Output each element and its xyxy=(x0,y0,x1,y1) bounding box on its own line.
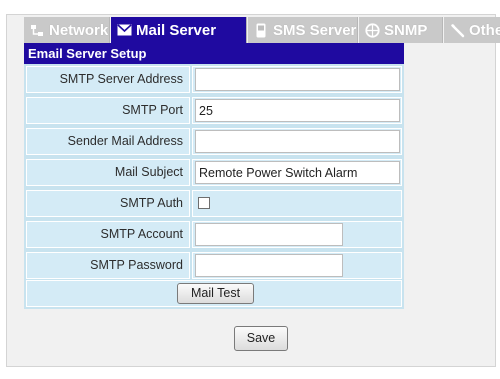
tab-label: Mail Server xyxy=(136,21,217,39)
form-title: Email Server Setup xyxy=(24,43,404,64)
smtp-auth-checkbox[interactable] xyxy=(198,197,210,209)
wrench-icon xyxy=(449,22,465,38)
tab-label: Network xyxy=(49,21,109,39)
mail-test-row: Mail Test xyxy=(26,280,402,307)
sender-mail-input[interactable] xyxy=(195,130,400,153)
globe-icon xyxy=(364,22,380,38)
field-cell xyxy=(192,159,402,186)
field-cell xyxy=(192,66,402,93)
smtp-auth-row: SMTP Auth xyxy=(24,188,404,219)
smtp-password-label: SMTP Password xyxy=(26,252,190,279)
smtp-port-input[interactable] xyxy=(195,99,400,122)
smtp-account-label: SMTP Account xyxy=(26,221,190,248)
tab-snmp[interactable]: SNMP xyxy=(359,17,443,43)
mail-subject-input[interactable] xyxy=(195,161,400,184)
mail-subject-label: Mail Subject xyxy=(26,159,190,186)
sender-mail-row: Sender Mail Address xyxy=(24,126,404,157)
tab-label: SNMP xyxy=(384,21,428,39)
mail-subject-row: Mail Subject xyxy=(24,157,404,188)
tab-mail-server[interactable]: Mail Server xyxy=(111,17,247,43)
mail-test-button[interactable]: Mail Test xyxy=(177,283,254,304)
field-cell xyxy=(192,252,402,279)
tab-other[interactable]: Other xyxy=(444,17,500,43)
smtp-account-row: SMTP Account xyxy=(24,219,404,250)
smtp-port-row: SMTP Port xyxy=(24,95,404,126)
field-cell xyxy=(192,190,402,217)
smtp-server-input[interactable] xyxy=(195,68,400,91)
smtp-password-input[interactable] xyxy=(195,254,343,277)
phone-icon xyxy=(253,22,269,38)
tab-label: Other xyxy=(469,21,500,39)
field-cell xyxy=(192,128,402,155)
network-icon xyxy=(29,22,45,38)
tab-sms-server[interactable]: SMS Server xyxy=(248,17,358,43)
tab-label: SMS Server xyxy=(273,21,357,39)
save-button[interactable]: Save xyxy=(234,326,288,351)
smtp-password-row: SMTP Password xyxy=(24,250,404,281)
tab-bar: Network Mail Server SMS Server SNMP Othe… xyxy=(24,17,500,43)
email-server-form: Email Server Setup SMTP Server Address S… xyxy=(24,43,404,309)
field-cell xyxy=(192,97,402,124)
tab-network[interactable]: Network xyxy=(24,17,110,43)
smtp-account-input[interactable] xyxy=(195,223,343,246)
field-cell xyxy=(192,221,402,248)
smtp-server-label: SMTP Server Address xyxy=(26,66,190,93)
envelope-icon xyxy=(116,22,132,38)
smtp-port-label: SMTP Port xyxy=(26,97,190,124)
smtp-server-row: SMTP Server Address xyxy=(24,64,404,95)
sender-mail-label: Sender Mail Address xyxy=(26,128,190,155)
smtp-auth-label: SMTP Auth xyxy=(26,190,190,217)
